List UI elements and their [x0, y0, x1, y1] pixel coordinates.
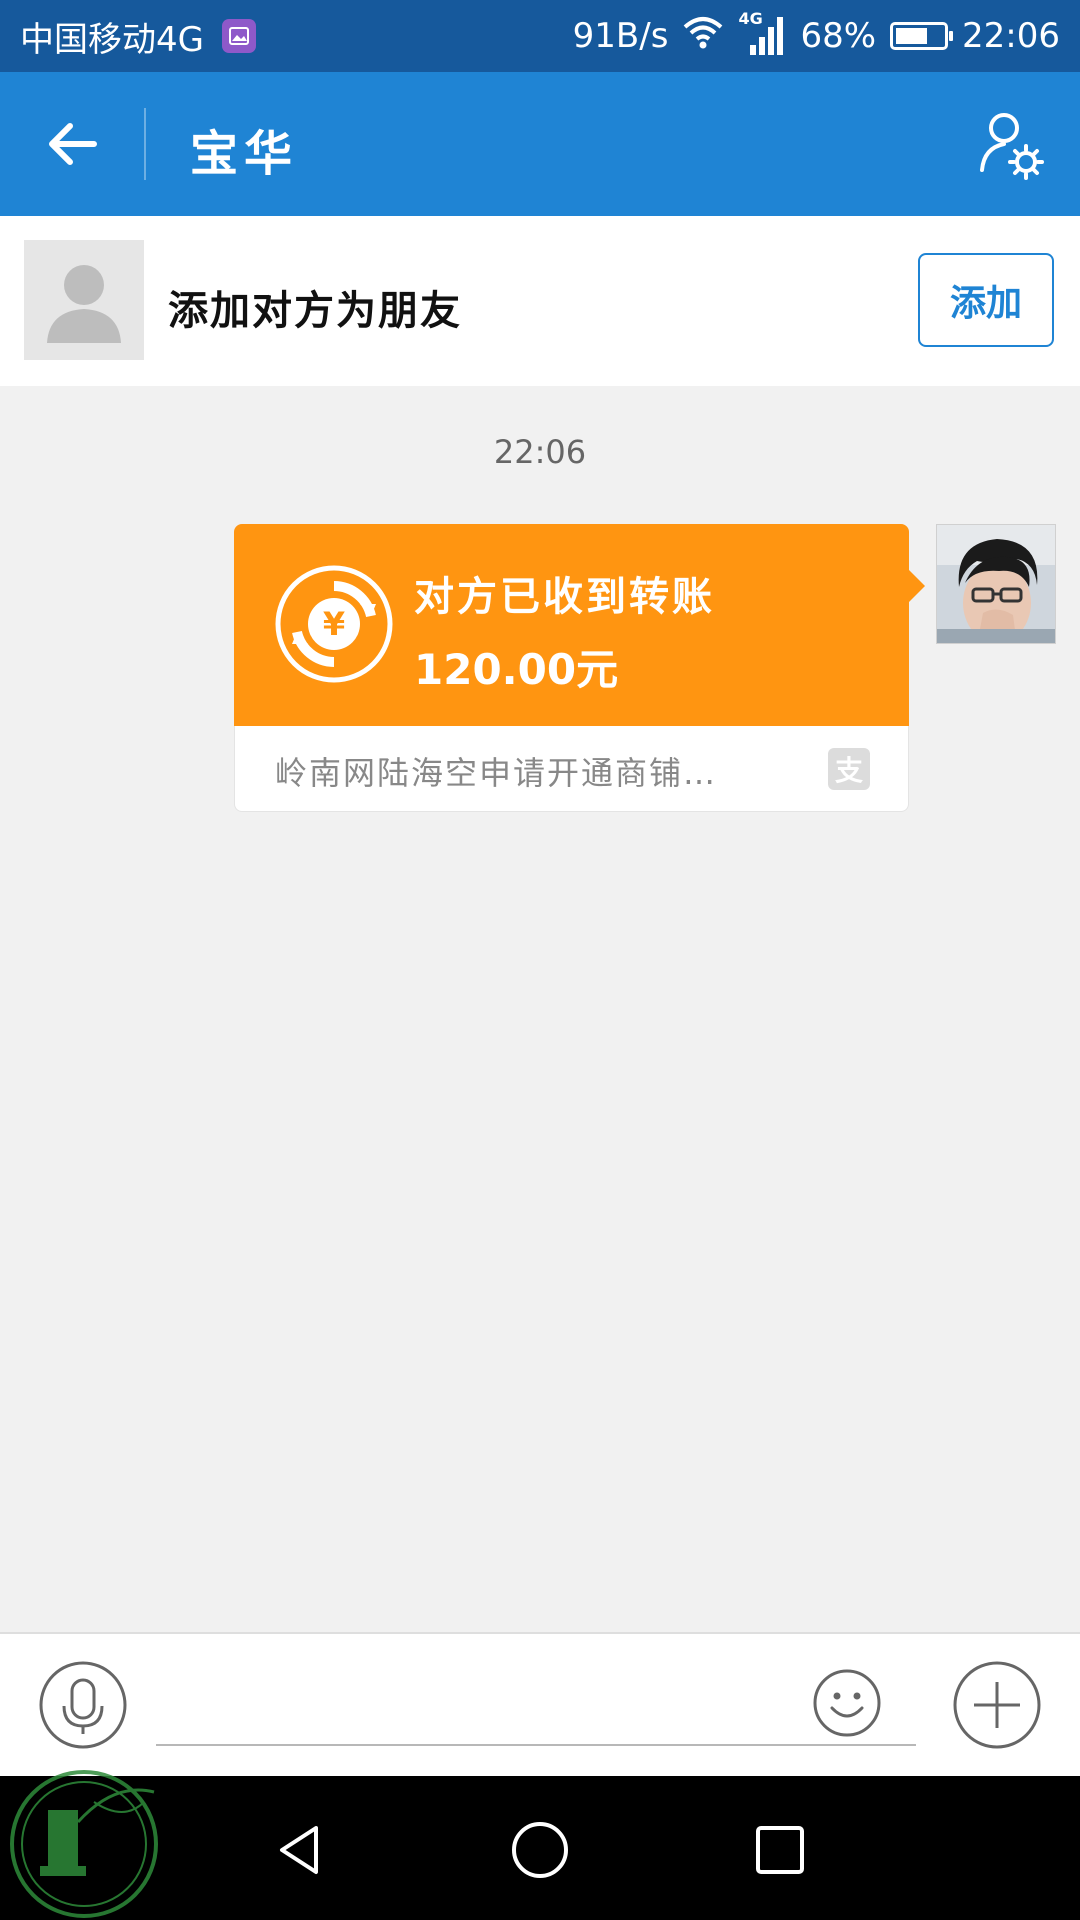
carrier-label: 中国移动4G: [20, 19, 204, 60]
my-avatar[interactable]: [936, 524, 1056, 644]
transfer-status: 对方已收到转账: [414, 574, 715, 620]
chat-settings-button[interactable]: [974, 110, 1046, 182]
add-friend-prompt: 添加对方为朋友: [168, 288, 462, 334]
avatar-photo: [937, 525, 1055, 643]
bubble-pointer: [909, 570, 925, 602]
battery-percent: 68%: [800, 16, 877, 56]
watermark-logo: [10, 1770, 158, 1918]
microphone-icon: [39, 1661, 127, 1749]
app-bar: 宝华: [0, 72, 1080, 216]
wifi-icon: [682, 15, 724, 58]
stranger-avatar: [24, 240, 144, 360]
status-time: 22:06: [962, 16, 1060, 56]
nav-recents-button[interactable]: [750, 1820, 810, 1880]
transfer-message-card[interactable]: ¥ 对方已收到转账 120.00元 岭南网陆海空申请开通商铺… 支: [234, 524, 925, 812]
default-avatar-icon: [47, 265, 121, 343]
battery-icon: [890, 22, 954, 50]
nav-home-icon: [512, 1822, 568, 1878]
more-actions-button[interactable]: [952, 1660, 1042, 1750]
svg-text:¥: ¥: [323, 605, 345, 643]
nav-back-button[interactable]: [270, 1820, 330, 1880]
transfer-amount: 120.00元: [414, 645, 619, 694]
user-settings-icon: [980, 113, 1044, 180]
message-input-bar: [0, 1632, 1080, 1776]
emoji-button[interactable]: [812, 1668, 882, 1738]
network-speed: 91B/s: [572, 16, 669, 56]
yen-transfer-icon: ¥: [275, 565, 393, 683]
add-friend-button[interactable]: 添加: [918, 253, 1054, 347]
back-button[interactable]: [36, 112, 108, 176]
status-bar: 中国移动4G 91B/s 4G 68% 22:06: [0, 0, 1080, 72]
add-friend-bar: 添加对方为朋友 添加: [0, 216, 1080, 386]
message-timestamp: 22:06: [493, 433, 587, 471]
nav-back-icon: [280, 1826, 318, 1874]
nav-home-button[interactable]: [510, 1820, 570, 1880]
emoji-icon: [813, 1669, 881, 1737]
signal-icon: 4G: [738, 9, 786, 57]
transfer-description: 岭南网陆海空申请开通商铺…: [275, 754, 718, 792]
message-text-input[interactable]: [156, 1670, 916, 1746]
voice-input-button[interactable]: [38, 1660, 128, 1750]
nav-recents-icon: [756, 1826, 804, 1874]
chat-title: 宝华: [190, 126, 299, 182]
alipay-icon: 支: [828, 748, 870, 790]
gallery-notification-icon: [221, 19, 256, 53]
transfer-card-footer: 岭南网陆海空申请开通商铺… 支: [234, 726, 909, 812]
transfer-card-header: ¥ 对方已收到转账 120.00元: [234, 524, 909, 726]
header-divider: [144, 108, 146, 180]
plus-icon: [953, 1661, 1041, 1749]
back-arrow-icon: [49, 123, 97, 165]
